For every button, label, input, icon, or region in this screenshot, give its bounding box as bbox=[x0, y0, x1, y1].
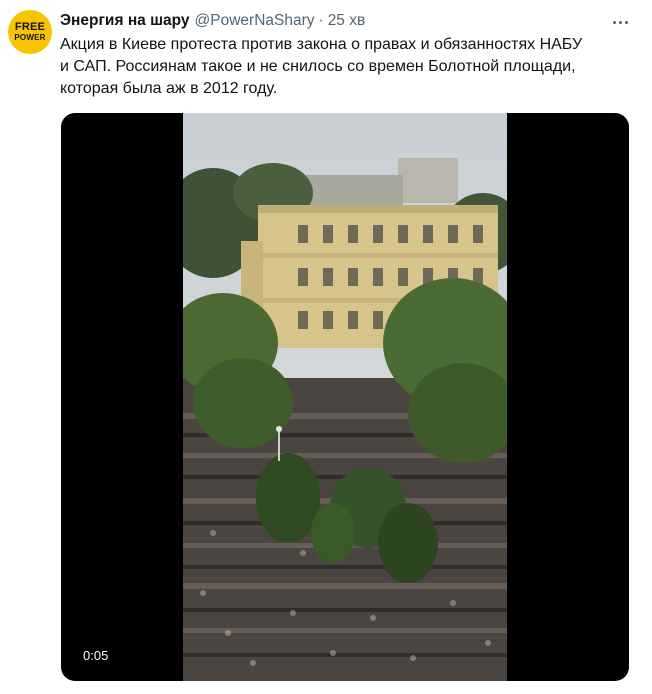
timestamp[interactable]: 25 хв bbox=[328, 12, 366, 30]
video-player[interactable]: 0:05 bbox=[61, 113, 629, 681]
avatar[interactable]: FREE POWER bbox=[8, 10, 52, 54]
display-name[interactable]: Энергия на шару bbox=[60, 12, 190, 30]
user-handle[interactable]: @PowerNaShary bbox=[195, 12, 315, 30]
avatar-text-power: POWER bbox=[14, 33, 46, 42]
tweet-header: Энергия на шару @PowerNaShary · 25 хв bbox=[60, 10, 612, 32]
video-thumbnail-image bbox=[183, 113, 507, 681]
video-duration: 0:05 bbox=[83, 648, 109, 663]
tweet-text: Акция в Киеве протеста против закона о п… bbox=[60, 36, 583, 97]
video-frame[interactable] bbox=[183, 113, 507, 681]
tweet[interactable]: FREE POWER Энергия на шару @PowerNaShary… bbox=[0, 0, 652, 694]
avatar-text-free: FREE bbox=[14, 21, 46, 33]
separator-dot: · bbox=[318, 12, 324, 29]
more-options-icon[interactable] bbox=[608, 10, 632, 34]
